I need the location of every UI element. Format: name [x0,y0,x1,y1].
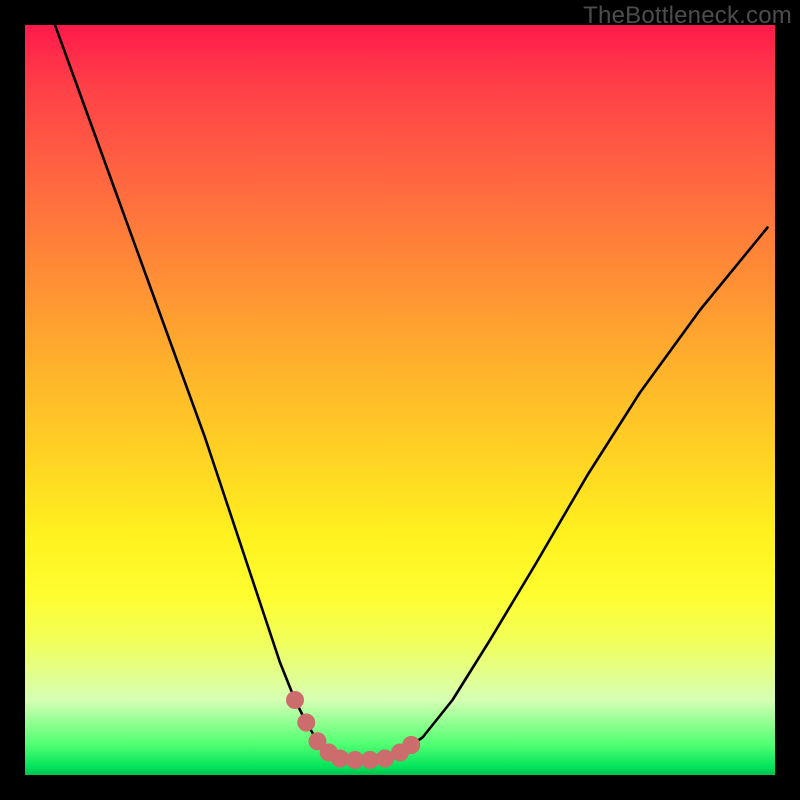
bottleneck-curve [55,25,768,760]
highlight-dot [297,714,315,732]
highlight-dot [402,736,420,754]
chart-svg [25,25,775,775]
watermark-label: TheBottleneck.com [583,2,792,30]
plot-area [25,25,775,775]
chart-frame: TheBottleneck.com [0,0,800,800]
highlight-dot [286,691,304,709]
